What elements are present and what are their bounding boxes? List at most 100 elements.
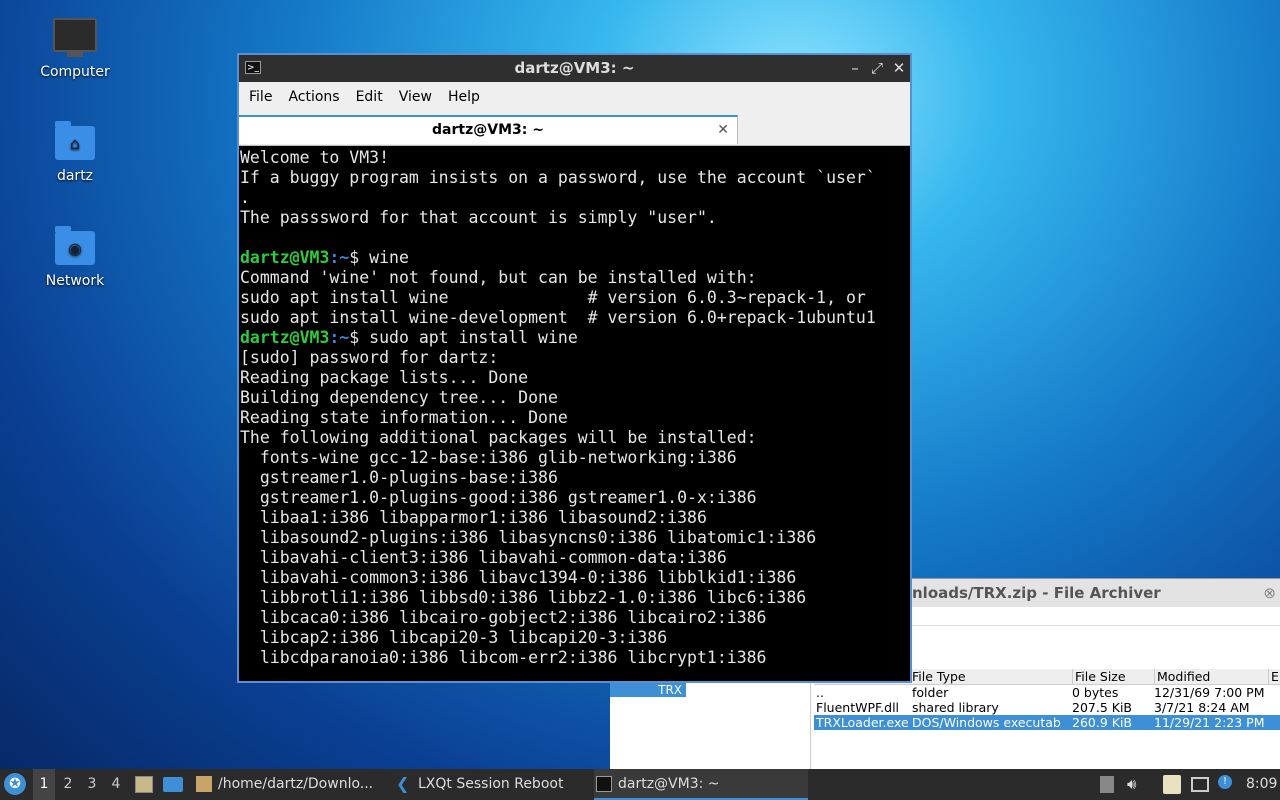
notification-icon[interactable]: ! [1218,775,1232,789]
tree-item-selected[interactable]: TRX [610,683,686,697]
network-icon[interactable] [1191,777,1209,792]
terminal-text: If a buggy program insists on a password… [240,168,876,187]
terminal-text: [sudo] password for dartz: [240,348,499,367]
terminal-text: libaa1:i386 libapparmor1:i386 libasound2… [240,508,707,527]
main-menu-icon[interactable]: ✪ [4,773,26,795]
desktop-icon-label: Network [45,273,105,289]
menu-view[interactable]: View [391,89,440,105]
desktop-switch-4[interactable]: 4 [105,769,127,800]
terminal-text: libcap2:i386 libcapi20-3 libcapi20-3:i38… [240,628,668,647]
task-label: LXQt Session Reboot [418,776,564,792]
terminal-output-line: The following additional packages will b… [240,428,909,448]
computer-icon [53,18,97,58]
volume-icon[interactable]: 🔊︎ [1127,769,1136,800]
table-row-selected[interactable]: TRXLoader.exe DOS/Windows executable 260… [814,715,1280,730]
terminal-output-line: . [240,188,909,208]
desktop-icon-computer[interactable]: Computer [30,18,120,80]
terminal-output-line: libaa1:i386 libapparmor1:i386 libasound2… [240,508,909,528]
file-size: 207.5 KiB [1072,700,1133,715]
terminal-text: sudo apt install wine # version 6.0.3~re… [240,288,866,307]
terminal-text: The passsword for that account is simply… [240,208,717,227]
terminal-output-line: libasound2-plugins:i386 libasyncns0:i386… [240,528,909,548]
file-name: TRXLoader.exe [816,715,909,730]
task-label: /home/dartz/Downlo... [218,776,374,792]
tab-terminal[interactable]: dartz@VM3: ~ ✕ [239,115,738,144]
taskbar: ✪ 1 2 3 4 /home/dartz/Downlo... ❮ LXQt S… [0,769,1280,800]
terminal-text: libasound2-plugins:i386 libasyncns0:i386… [240,528,817,547]
terminal-output-line: Welcome to VM3! [240,148,909,168]
terminal-text: libavahi-client3:i386 libavahi-common-da… [240,548,727,567]
terminal-output-line: sudo apt install wine-development # vers… [240,308,909,328]
terminal-text: sudo apt install wine-development # vers… [240,308,876,327]
terminal-text: libcdparanoia0:i386 libcom-err2:i386 lib… [240,648,767,667]
terminal-output-line: gstreamer1.0-plugins-good:i386 gstreamer… [240,488,909,508]
table-row[interactable]: .. folder 0 bytes 12/31/69 7:00 PM [814,685,1280,700]
terminal-output-line: libavahi-common3:i386 libavc1394-0:i386 … [240,568,909,588]
menu-file[interactable]: File [241,89,280,105]
file-type: folder [912,685,949,700]
terminal-text: fonts-wine gcc-12-base:i386 glib-network… [240,448,737,467]
menu-help[interactable]: Help [440,89,488,105]
terminal-text: libcaca0:i386 libcairo-gobject2:i386 lib… [240,608,767,627]
terminal-output-line: gstreamer1.0-plugins-base:i386 [240,468,909,488]
archive-icon [196,776,212,792]
desktop-icon-network[interactable]: ◉ Network [30,226,120,289]
lxqt-icon: ❮ [396,774,410,793]
terminal-output-line: libcaca0:i386 libcairo-gobject2:i386 lib… [240,608,909,628]
terminal-text: Command 'wine' not found, but can be ins… [240,268,757,287]
archiver-title: nloads/TRX.zip - File Archiver [912,584,1161,602]
maximize-icon[interactable]: ⤢ [870,55,884,82]
terminal-output-line: Command 'wine' not found, but can be ins… [240,268,909,288]
close-icon[interactable]: ⊗ [1263,579,1276,607]
prompt-path: :~ [329,328,350,347]
close-icon[interactable]: ✕ [892,55,906,82]
terminal-titlebar[interactable]: >_ dartz@VM3: ~ – ⤢ ✕ [239,55,910,82]
file-type: shared library [912,700,999,715]
terminal-text: Welcome to VM3! [240,148,390,167]
terminal-text: . [240,188,250,207]
desktop-switch-1[interactable]: 1 [33,769,55,800]
clock[interactable]: 8:09 [1246,769,1277,800]
terminal-text: gstreamer1.0-plugins-base:i386 [240,468,558,487]
desktop-switch-2[interactable]: 2 [57,769,79,800]
terminal-output[interactable]: Welcome to VM3! If a buggy program insist… [239,146,910,684]
terminal-text: $ wine [349,248,409,267]
menu-bar: File Actions Edit View Help [239,82,910,112]
file-type: DOS/Windows executable [912,715,1062,730]
column-header-extra[interactable]: En [1268,669,1280,684]
terminal-prompt-line: dartz@VM3:~$ sudo apt install wine [240,328,909,348]
terminal-text: libavahi-common3:i386 libavc1394-0:i386 … [240,568,797,587]
menu-edit[interactable]: Edit [348,89,391,105]
terminal-output-line: fonts-wine gcc-12-base:i386 glib-network… [240,448,909,468]
task-session-reboot[interactable]: ❮ LXQt Session Reboot [394,769,608,800]
column-header-type[interactable]: File Type [912,669,1062,684]
show-desktop-icon[interactable] [163,777,183,792]
terminal-output-line: Reading package lists... Done [240,368,909,388]
prompt-path: :~ [329,248,350,267]
task-terminal[interactable]: dartz@VM3: ~ [594,769,808,800]
file-manager-launcher-icon[interactable] [135,776,153,793]
table-row[interactable]: FluentWPF.dll shared library 207.5 KiB 3… [814,700,1280,715]
archiver-folder-tree[interactable]: TRX [610,683,811,771]
terminal-output-line: The passsword for that account is simply… [240,208,909,228]
terminal-output-line: If a buggy program insists on a password… [240,168,909,188]
column-header-modified[interactable]: Modified [1154,669,1269,684]
desktop-icon-home[interactable]: ⌂ dartz [30,121,120,184]
prompt-user: dartz@VM3 [240,248,330,267]
desktop-icon-label: dartz [56,168,94,184]
desktop-switch-3[interactable]: 3 [81,769,103,800]
terminal-window[interactable]: >_ dartz@VM3: ~ – ⤢ ✕ File Actions Edit … [237,53,912,683]
minimize-icon[interactable]: – [848,55,862,82]
task-file-archiver[interactable]: /home/dartz/Downlo... [194,769,408,800]
terminal-text: libbrotli1:i386 libbsd0:i386 libbz2-1.0:… [240,588,807,607]
terminal-prompt-line: dartz@VM3:~$ wine [240,248,909,268]
removable-media-icon[interactable] [1100,776,1114,793]
column-header-size[interactable]: File Size [1072,669,1155,684]
network-folder-icon: ◉ [53,226,97,267]
close-tab-icon[interactable]: ✕ [717,117,729,144]
file-size: 260.9 KiB [1072,715,1133,730]
file-name: .. [816,685,824,700]
home-folder-icon: ⌂ [53,121,97,162]
menu-actions[interactable]: Actions [280,89,347,105]
clipboard-icon[interactable] [1163,775,1181,794]
